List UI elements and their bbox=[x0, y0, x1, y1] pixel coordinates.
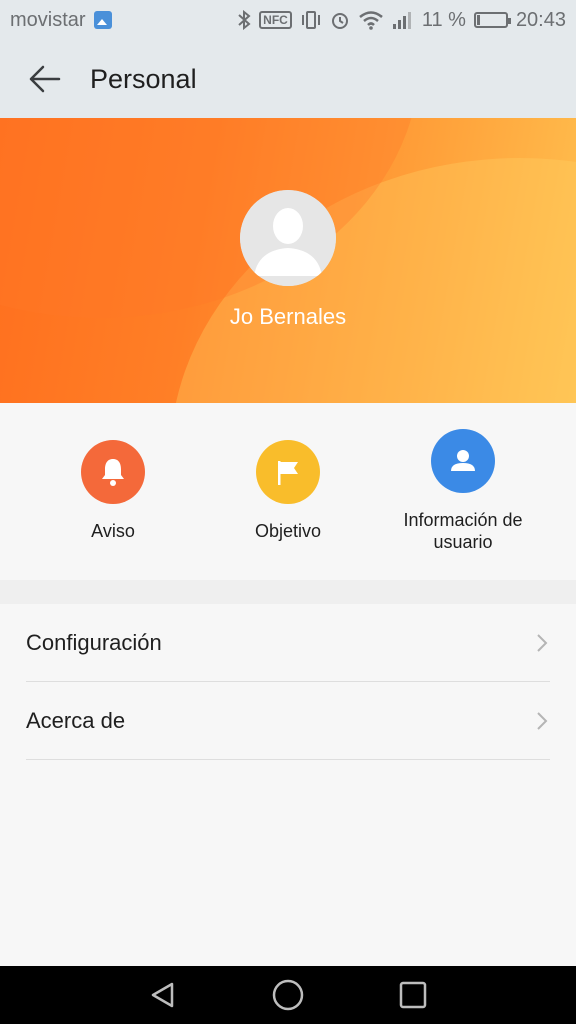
battery-icon bbox=[473, 12, 511, 28]
nfc-icon: NFC bbox=[259, 11, 292, 29]
chevron-right-icon bbox=[537, 634, 548, 652]
menu-item-about[interactable]: Acerca de bbox=[26, 682, 550, 760]
goal-action-label: Objetivo bbox=[254, 521, 322, 541]
menu-item-label: Configuración bbox=[26, 629, 162, 655]
square-recents-icon bbox=[400, 981, 427, 1009]
notice-action[interactable]: Aviso bbox=[17, 403, 209, 580]
quick-actions: Aviso Objetivo Información de usuario bbox=[0, 403, 576, 580]
page-title: Personal bbox=[90, 63, 197, 94]
bluetooth-icon bbox=[237, 10, 251, 30]
chevron-right-icon bbox=[537, 712, 548, 730]
arrow-left-icon bbox=[29, 65, 61, 93]
user-name: Jo Bernales bbox=[229, 304, 347, 329]
user-card-icon bbox=[451, 450, 475, 471]
circle-home-icon bbox=[272, 979, 304, 1011]
nav-back-button[interactable] bbox=[133, 966, 193, 1024]
profile-header: Jo Bernales bbox=[0, 118, 576, 403]
wifi-icon bbox=[358, 10, 384, 30]
user-info-action-circle bbox=[431, 429, 495, 493]
battery-percent: 11 % bbox=[421, 8, 466, 31]
vibrate-icon bbox=[300, 10, 322, 30]
menu-item-settings[interactable]: Configuración bbox=[26, 604, 550, 682]
bell-icon bbox=[102, 459, 124, 486]
battery-fill bbox=[476, 15, 480, 25]
menu-item-label: Acerca de bbox=[26, 707, 126, 733]
app-bar: Personal bbox=[0, 40, 576, 118]
triangle-back-icon bbox=[151, 982, 173, 1008]
carrier-name: movistar bbox=[10, 8, 86, 31]
status-bar: movistar NFC 11 % 20:43 bbox=[0, 0, 576, 40]
user-info-action[interactable]: Información de usuario bbox=[367, 403, 559, 580]
back-button[interactable] bbox=[0, 40, 90, 118]
alarm-icon bbox=[330, 10, 350, 30]
person-silhouette-icon bbox=[240, 190, 336, 286]
navigation-bar bbox=[0, 966, 576, 1024]
clock: 20:43 bbox=[515, 8, 566, 31]
signal-icon bbox=[392, 10, 414, 30]
settings-list: Configuración Acerca de bbox=[0, 604, 576, 760]
gallery-notification-icon bbox=[93, 11, 112, 29]
goal-action-circle bbox=[256, 440, 320, 504]
nav-home-button[interactable] bbox=[258, 966, 318, 1024]
notice-action-circle bbox=[81, 440, 145, 504]
avatar[interactable] bbox=[240, 190, 336, 286]
nav-recents-button[interactable] bbox=[383, 966, 443, 1024]
user-info-action-label: Información de usuario bbox=[403, 510, 523, 552]
flag-icon bbox=[278, 461, 298, 485]
goal-action[interactable]: Objetivo bbox=[192, 403, 384, 580]
section-divider bbox=[0, 580, 576, 604]
notice-action-label: Aviso bbox=[91, 521, 135, 541]
